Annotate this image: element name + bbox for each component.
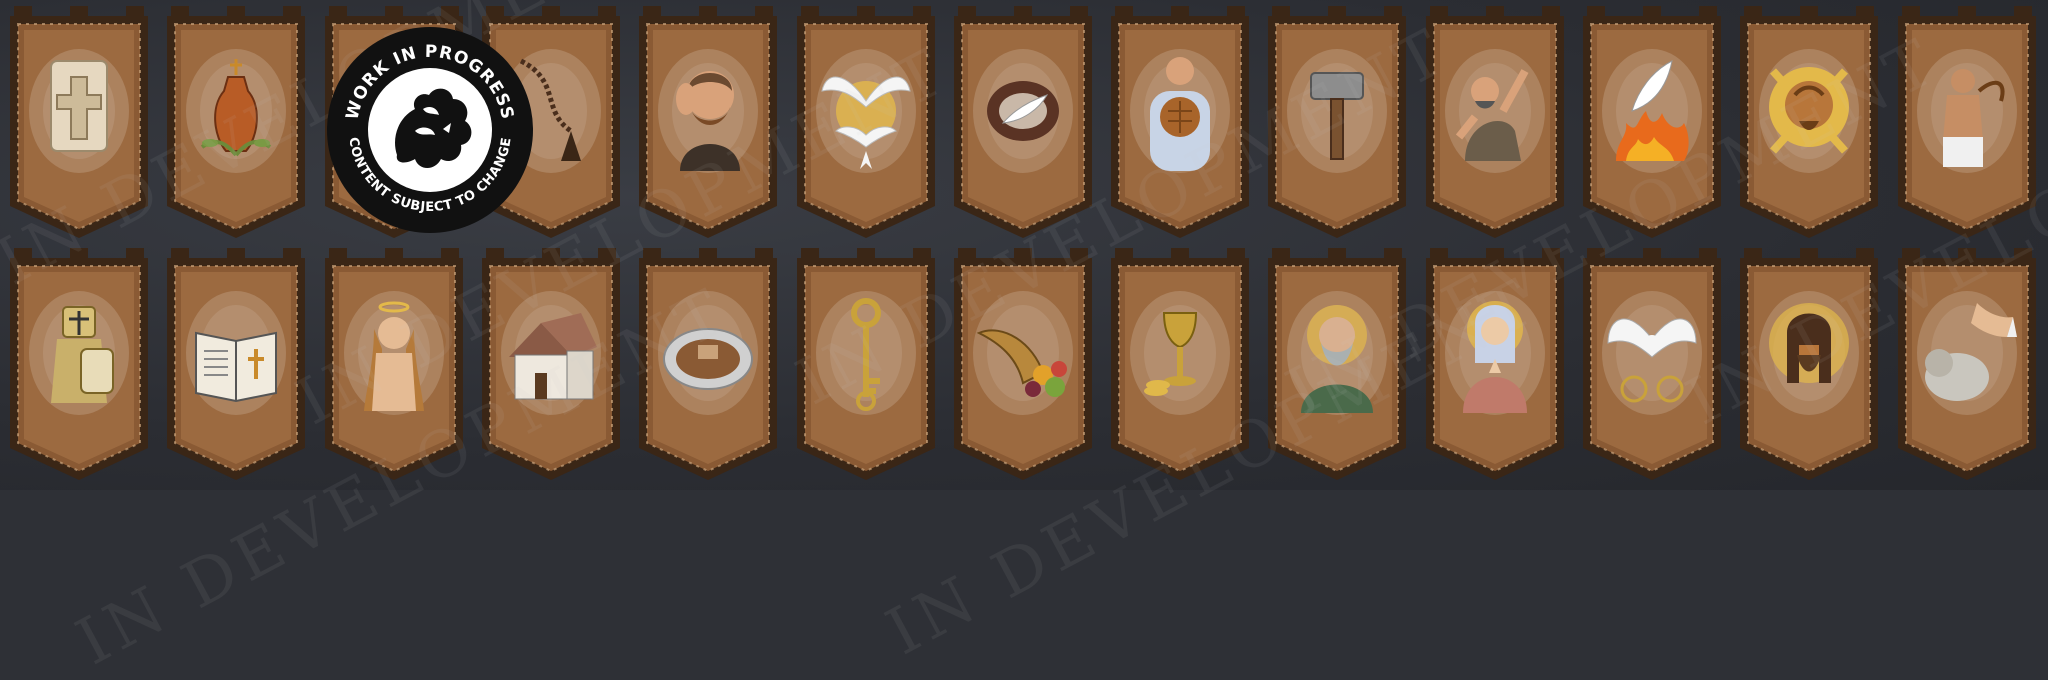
amphora-olive-branch-icon — [186, 51, 286, 171]
icon-banner[interactable] — [1581, 6, 1723, 240]
icon-banner[interactable] — [1109, 248, 1251, 482]
icon-banner[interactable] — [480, 248, 622, 482]
icon-banner[interactable] — [165, 6, 307, 240]
icon-banner[interactable] — [637, 6, 779, 240]
icon-banner[interactable] — [1896, 6, 2038, 240]
icon-banner[interactable] — [8, 6, 150, 240]
hand-lamb-icon — [1917, 293, 2017, 413]
icon-banner[interactable] — [8, 248, 150, 482]
icon-banner[interactable] — [795, 248, 937, 482]
icon-banner[interactable] — [165, 248, 307, 482]
icon-banner[interactable] — [1266, 248, 1408, 482]
icon-banner[interactable] — [323, 248, 465, 482]
priest-bread-icon — [1130, 51, 1230, 171]
white-doves-icon — [816, 51, 916, 171]
saint-woman-praying-icon — [344, 293, 444, 413]
icon-banner[interactable] — [1738, 248, 1880, 482]
preacher-icon — [1445, 51, 1545, 171]
icon-banner[interactable] — [637, 248, 779, 482]
bearded-saint-icon — [1287, 293, 1387, 413]
icon-banner[interactable] — [1109, 6, 1251, 240]
holy-spirit-dove-icon — [1602, 293, 1702, 413]
hammer-icon — [1287, 51, 1387, 171]
golden-key-icon — [816, 293, 916, 413]
flagellant-icon — [1917, 51, 2017, 171]
icon-banner[interactable] — [1581, 248, 1723, 482]
feather-nest-icon — [973, 51, 1073, 171]
cottage-icon — [501, 293, 601, 413]
work-in-progress-badge: WORK IN PROGRESS CONTENT SUBJECT TO CHAN… — [325, 25, 535, 235]
christ-halo-cross-icon — [1759, 51, 1859, 171]
feather-flame-icon — [1602, 51, 1702, 171]
icon-banner[interactable] — [1738, 6, 1880, 240]
icon-banner[interactable] — [952, 6, 1094, 240]
icon-banner[interactable] — [795, 6, 937, 240]
icon-banner[interactable] — [952, 248, 1094, 482]
virgin-mary-icon — [1445, 293, 1545, 413]
icon-sheet: WORK IN PROGRESS CONTENT SUBJECT TO CHAN… — [0, 0, 2048, 680]
offering-plate-icon — [658, 293, 758, 413]
crusader-knight-icon — [29, 293, 129, 413]
cornucopia-icon — [973, 293, 1073, 413]
christ-portrait-icon — [1759, 293, 1859, 413]
icon-banner[interactable] — [1896, 248, 2038, 482]
icon-banner[interactable] — [1424, 6, 1566, 240]
icon-banner[interactable] — [1424, 248, 1566, 482]
icon-banner[interactable] — [1266, 6, 1408, 240]
monk-listening-icon — [658, 51, 758, 171]
chalice-coins-icon — [1130, 293, 1230, 413]
stone-cross-tablet-icon — [29, 51, 129, 171]
open-bible-icon — [186, 293, 286, 413]
